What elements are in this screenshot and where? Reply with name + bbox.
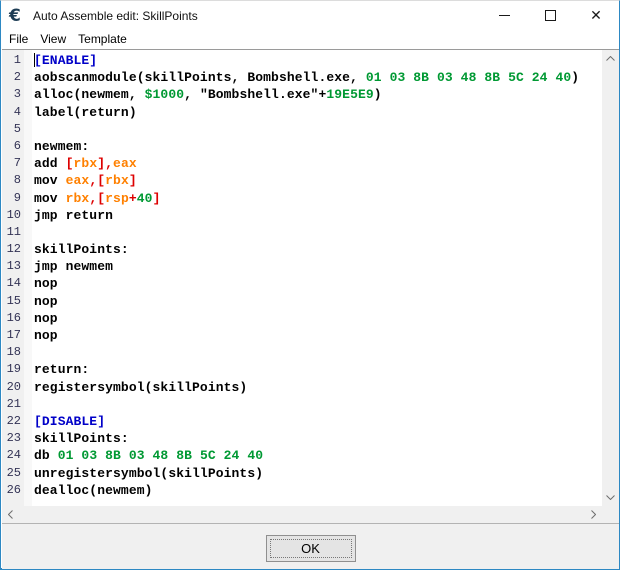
line-number: 20 — [2, 379, 24, 396]
line-number: 25 — [2, 465, 24, 482]
line-number-gutter: 1234567891011121314151617181920212223242… — [2, 50, 24, 506]
line-number: 10 — [2, 207, 24, 224]
line-number: 8 — [2, 172, 24, 189]
line-number: 24 — [2, 447, 24, 464]
line-number: 5 — [2, 121, 24, 138]
line-number: 19 — [2, 361, 24, 378]
line-number: 2 — [2, 69, 24, 86]
line-number: 22 — [2, 413, 24, 430]
code-line: nop — [34, 327, 602, 344]
gutter-band — [24, 50, 32, 506]
chevron-left-icon — [8, 510, 13, 519]
code-line: nop — [34, 275, 602, 292]
ok-button[interactable]: OK — [266, 535, 356, 562]
menu-template[interactable]: Template — [78, 31, 135, 48]
line-number: 17 — [2, 327, 24, 344]
scroll-up-button[interactable] — [602, 50, 619, 67]
script-editor: 1234567891011121314151617181920212223242… — [2, 49, 619, 523]
scroll-right-button[interactable] — [585, 506, 602, 523]
horizontal-scrollbar[interactable] — [2, 506, 602, 523]
code-line: skillPoints: — [34, 430, 602, 447]
code-line: jmp newmem — [34, 258, 602, 275]
code-line: return: — [34, 361, 602, 378]
code-line: label(return) — [34, 104, 602, 121]
code-line: [ENABLE] — [34, 52, 602, 69]
line-number: 13 — [2, 258, 24, 275]
code-line — [34, 121, 602, 138]
scroll-left-button[interactable] — [2, 506, 19, 523]
line-number: 3 — [2, 86, 24, 103]
line-number: 1 — [2, 52, 24, 69]
close-icon: ✕ — [590, 9, 602, 23]
code-line — [34, 224, 602, 241]
chevron-down-icon — [606, 495, 615, 500]
titlebar: € Auto Assemble edit: SkillPoints ✕ — [1, 1, 619, 30]
line-number: 18 — [2, 344, 24, 361]
auto-assemble-window: € Auto Assemble edit: SkillPoints ✕ File… — [0, 0, 620, 570]
line-number: 21 — [2, 396, 24, 413]
code-line: nop — [34, 293, 602, 310]
cheat-engine-logo-icon: € — [9, 7, 27, 25]
code-line — [34, 344, 602, 361]
scroll-down-button[interactable] — [602, 489, 619, 506]
text-caret — [34, 53, 35, 67]
code-line: alloc(newmem, $1000, "Bombshell.exe"+19E… — [34, 86, 602, 103]
line-number: 7 — [2, 155, 24, 172]
code-line: skillPoints: — [34, 241, 602, 258]
line-number: 16 — [2, 310, 24, 327]
maximize-icon — [545, 10, 556, 21]
code-line: mov rbx,[rsp+40] — [34, 190, 602, 207]
code-line: mov eax,[rbx] — [34, 172, 602, 189]
code-line: jmp return — [34, 207, 602, 224]
minimize-button[interactable] — [481, 1, 527, 30]
window-title: Auto Assemble edit: SkillPoints — [33, 9, 481, 23]
editor-content: 1234567891011121314151617181920212223242… — [2, 50, 602, 506]
code-line: dealloc(newmem) — [34, 482, 602, 499]
line-number: 14 — [2, 275, 24, 292]
code-line: unregistersymbol(skillPoints) — [34, 465, 602, 482]
close-button[interactable]: ✕ — [573, 1, 619, 30]
line-number: 26 — [2, 482, 24, 499]
code-line — [34, 396, 602, 413]
chevron-right-icon — [591, 510, 596, 519]
vertical-scrollbar[interactable] — [602, 50, 619, 506]
code-line: db 01 03 8B 03 48 8B 5C 24 40 — [34, 447, 602, 464]
code-line: nop — [34, 310, 602, 327]
code-line: registersymbol(skillPoints) — [34, 379, 602, 396]
code-area[interactable]: [ENABLE]aobscanmodule(skillPoints, Bombs… — [32, 50, 602, 506]
menu-view[interactable]: View — [40, 31, 74, 48]
menu-file[interactable]: File — [9, 31, 36, 48]
maximize-button[interactable] — [527, 1, 573, 30]
scrollbar-corner — [602, 506, 619, 523]
line-number: 11 — [2, 224, 24, 241]
minimize-icon — [499, 15, 510, 16]
menubar: File View Template — [1, 30, 619, 49]
footer-panel: OK — [2, 523, 619, 569]
line-number: 9 — [2, 190, 24, 207]
code-line: [DISABLE] — [34, 413, 602, 430]
code-line: aobscanmodule(skillPoints, Bombshell.exe… — [34, 69, 602, 86]
line-number: 4 — [2, 104, 24, 121]
line-number: 23 — [2, 430, 24, 447]
line-number: 15 — [2, 293, 24, 310]
line-number: 12 — [2, 241, 24, 258]
code-line: newmem: — [34, 138, 602, 155]
line-number: 6 — [2, 138, 24, 155]
chevron-up-icon — [606, 56, 615, 61]
code-line: add [rbx],eax — [34, 155, 602, 172]
